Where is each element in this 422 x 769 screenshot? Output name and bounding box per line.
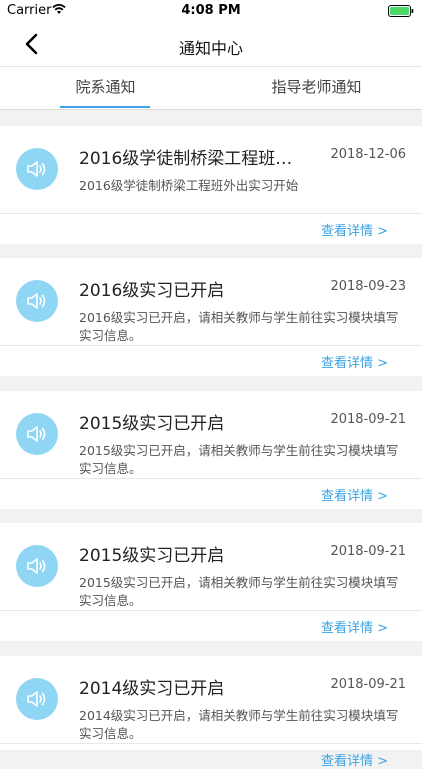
divider: [0, 478, 422, 479]
notice-title: 2016级实习已开启: [79, 281, 225, 301]
tab-advisor-notices[interactable]: 指导老师通知: [211, 67, 422, 109]
notice-date: 2018-09-23: [330, 279, 406, 294]
notice-card[interactable]: 2016级学徒制桥梁工程班… 2018-12-06 2016级学徒制桥梁工程班外…: [0, 126, 422, 244]
active-tab-indicator: [60, 106, 150, 108]
notice-description: 2014级实习已开启，请相关教师与学生前往实习模块填写实习信息。: [79, 708, 399, 741]
status-bar: Carrier 4:08 PM: [0, 0, 422, 22]
notice-icon-badge: [16, 280, 58, 322]
notice-date: 2018-09-21: [330, 412, 406, 427]
notice-card[interactable]: 2015级实习已开启 2018-09-21 2015级实习已开启，请相关教师与学…: [0, 523, 422, 641]
notice-icon-badge: [16, 678, 58, 720]
divider: [0, 610, 422, 611]
notice-description: 2015级实习已开启，请相关教师与学生前往实习模块填写实习信息。: [79, 575, 399, 608]
tab-bar: 院系通知 指导老师通知: [0, 67, 422, 110]
speaker-icon: [27, 558, 46, 574]
notice-date: 2018-09-21: [330, 677, 406, 692]
notice-description: 2016级学徒制桥梁工程班外出实习开始: [79, 178, 299, 193]
speaker-icon: [27, 426, 46, 442]
notice-description: 2016级实习已开启，请相关教师与学生前往实习模块填写实习信息。: [79, 310, 399, 343]
clock: 4:08 PM: [181, 3, 241, 18]
view-details-link[interactable]: 查看详情 >: [321, 220, 388, 239]
notice-icon-badge: [16, 413, 58, 455]
view-details-link[interactable]: 查看详情 >: [321, 617, 388, 636]
notice-title: 2016级学徒制桥梁工程班…: [79, 149, 293, 169]
view-details-link[interactable]: 查看详情 >: [321, 750, 388, 769]
divider: [0, 743, 422, 744]
view-details-link[interactable]: 查看详情 >: [321, 485, 388, 504]
notice-date: 2018-12-06: [330, 147, 406, 162]
notice-icon-badge: [16, 148, 58, 190]
notice-card[interactable]: 2014级实习已开启 2018-09-21 2014级实习已开启，请相关教师与学…: [0, 656, 422, 769]
divider: [0, 345, 422, 346]
notice-title: 2015级实习已开启: [79, 414, 225, 434]
tab-department-notices[interactable]: 院系通知: [0, 67, 211, 109]
view-details-link[interactable]: 查看详情 >: [321, 352, 388, 371]
page-title: 通知中心: [178, 39, 243, 58]
notice-date: 2018-09-21: [330, 544, 406, 559]
notice-title: 2015级实习已开启: [79, 546, 225, 566]
notice-title: 2014级实习已开启: [79, 679, 225, 699]
notice-description: 2015级实习已开启，请相关教师与学生前往实习模块填写实习信息。: [79, 443, 399, 476]
notice-card[interactable]: 2015级实习已开启 2018-09-21 2015级实习已开启，请相关教师与学…: [0, 391, 422, 509]
notice-icon-badge: [16, 545, 58, 587]
speaker-icon: [27, 691, 46, 707]
speaker-icon: [27, 161, 46, 177]
notice-card[interactable]: 2016级实习已开启 2018-09-23 2016级实习已开启，请相关教师与学…: [0, 258, 422, 376]
divider: [0, 213, 422, 214]
battery-icon: [388, 5, 414, 17]
speaker-icon: [27, 293, 46, 309]
nav-bar: 通知中心: [0, 22, 422, 67]
